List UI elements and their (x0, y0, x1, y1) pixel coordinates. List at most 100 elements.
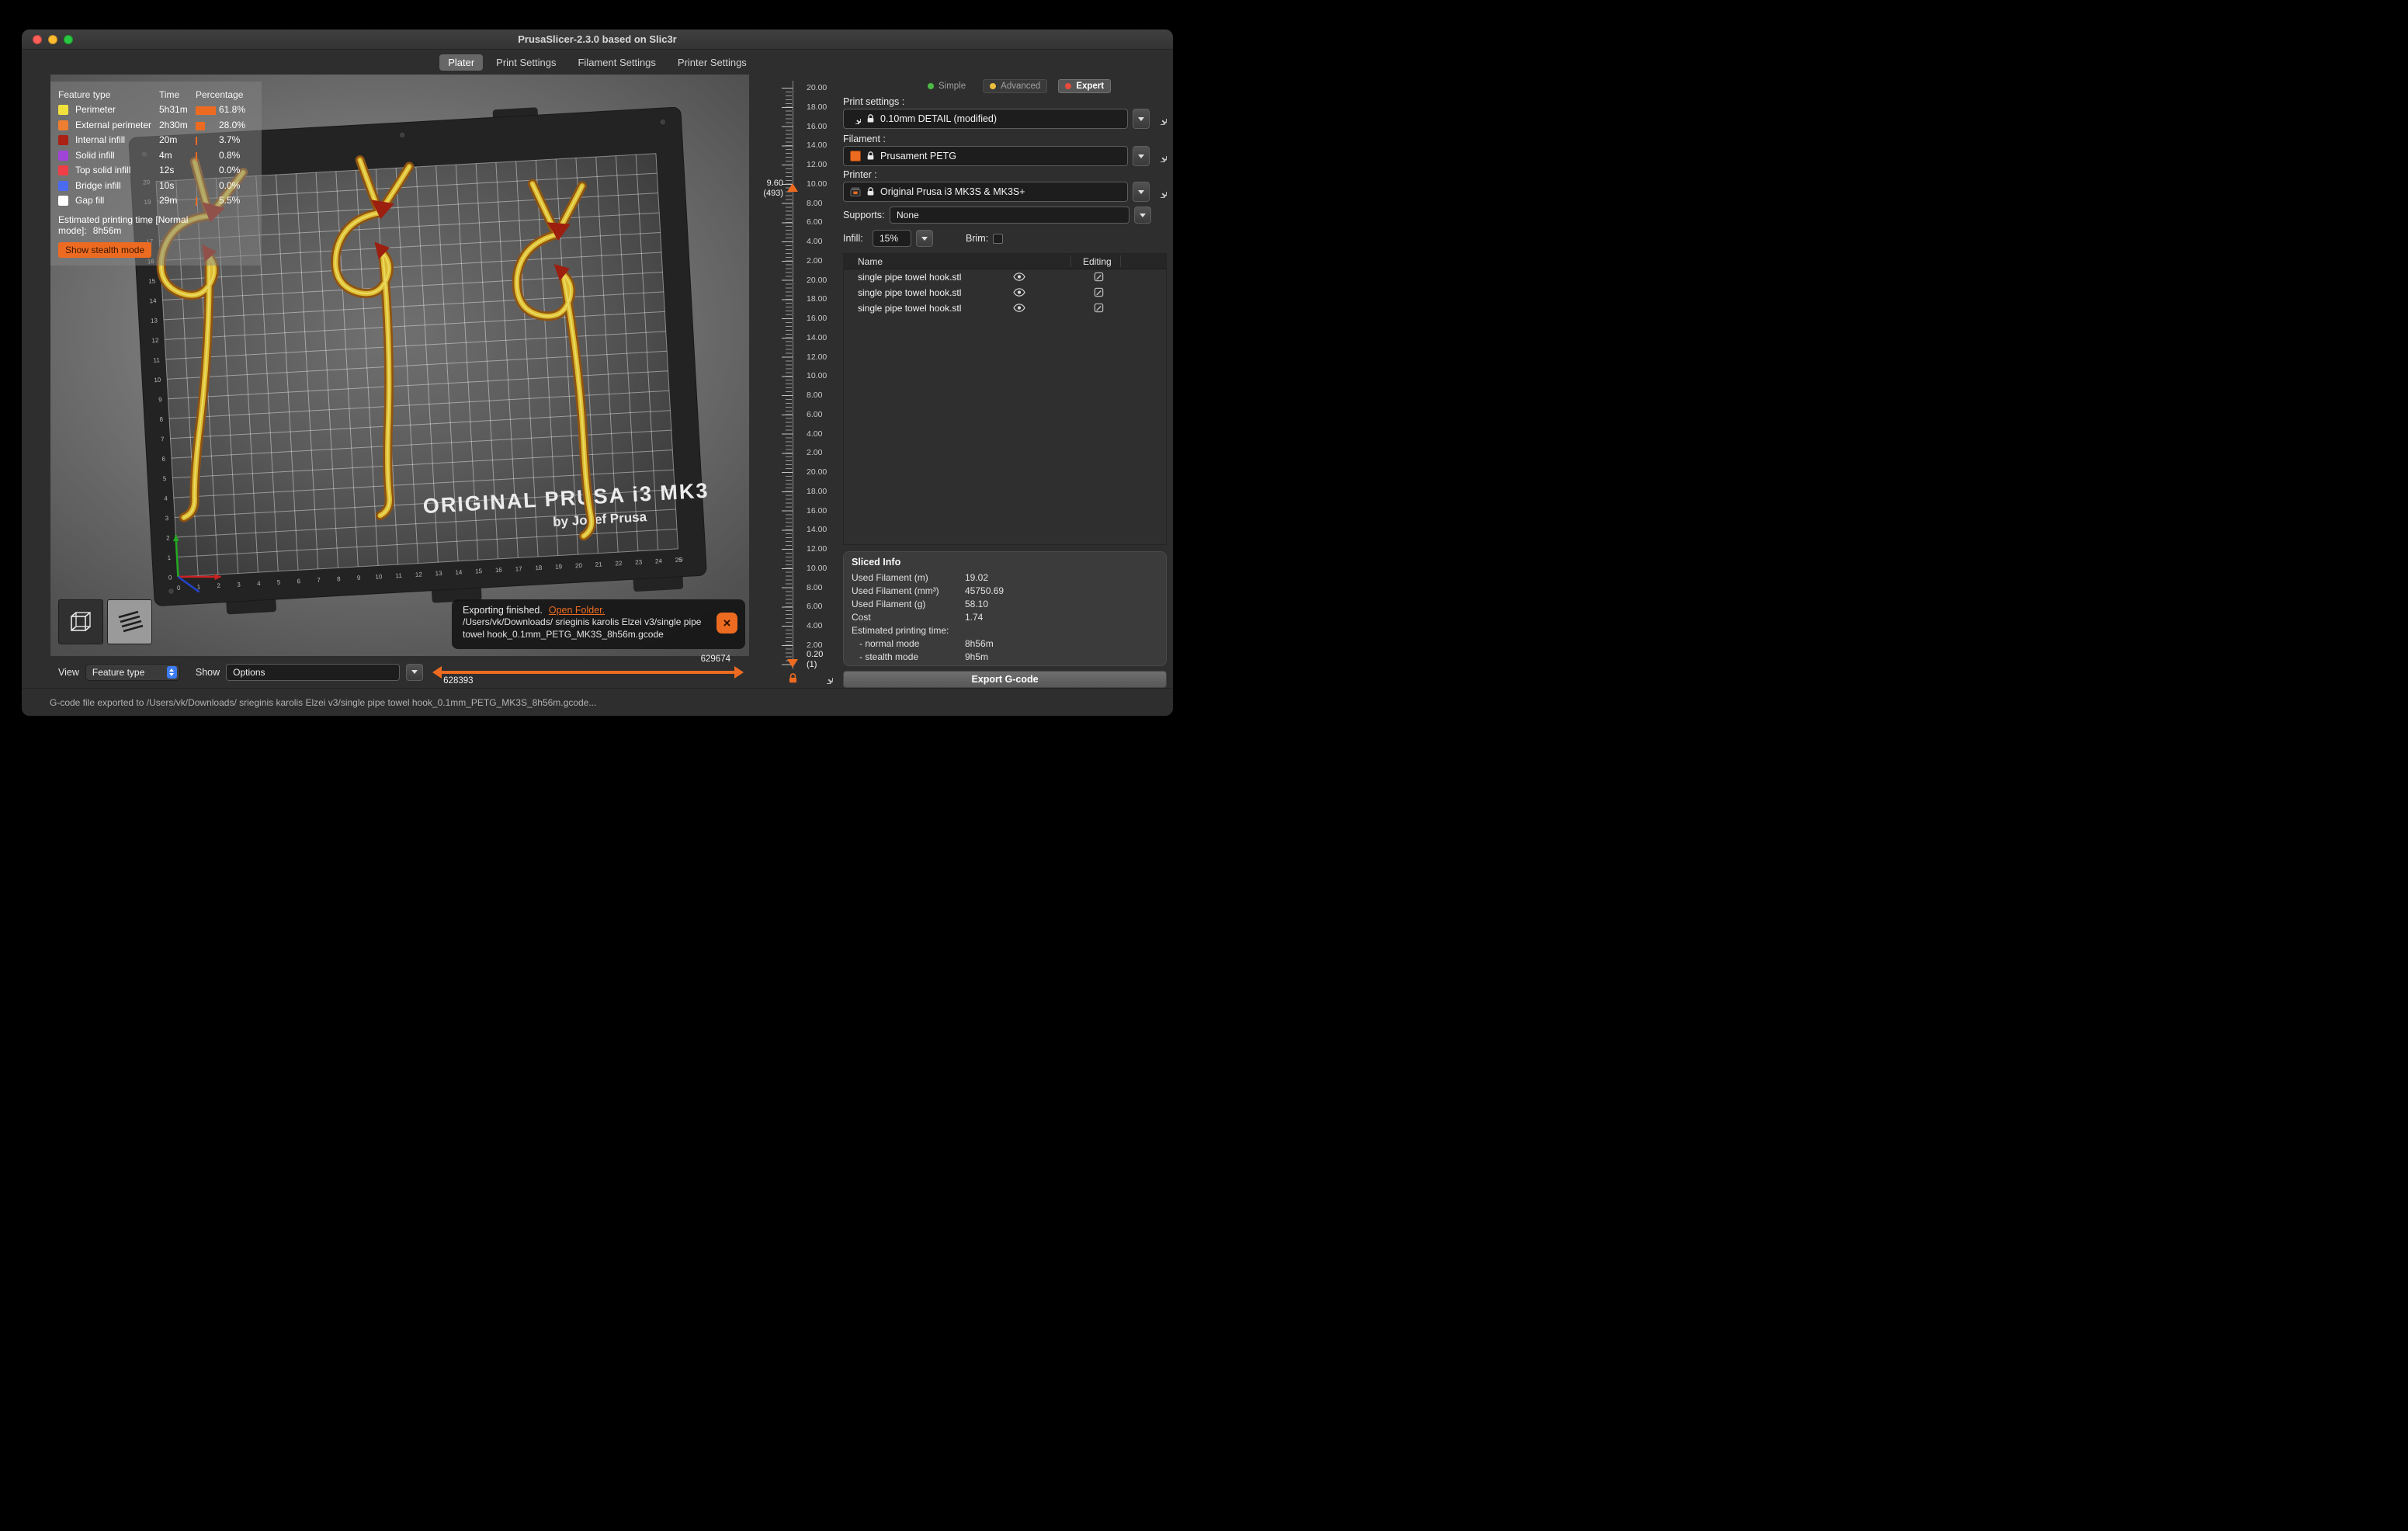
object-settings-icon[interactable] (1094, 303, 1104, 313)
object-row[interactable]: single pipe towel hook.stl (844, 300, 1166, 316)
feature-name: Solid infill (75, 149, 115, 161)
visibility-eye-icon[interactable] (1013, 273, 1025, 281)
printer-dropdown-button[interactable] (1133, 182, 1150, 202)
sliced-info-panel: Sliced Info Used Filament (m) 19.02 Used … (843, 551, 1167, 666)
mode-simple-button[interactable]: Simple (921, 80, 972, 92)
legend-row: External perimeter 2h30m 28.0% (58, 119, 254, 134)
editor-view-button[interactable] (58, 599, 103, 644)
horizontal-range-slider[interactable]: 629674 628393 (432, 654, 744, 688)
layer-tick-label: 4.00 (807, 621, 823, 630)
layer-lower-value: 0.20 (807, 650, 824, 659)
status-bar: G-code file exported to /Users/vk/Downlo… (22, 688, 1173, 716)
range-start-value: 628393 (443, 676, 474, 686)
mode-advanced-button[interactable]: Advanced (983, 79, 1048, 93)
export-path-line2: towel hook_0.1mm_PETG_MK3S_8h56m.gcode (463, 628, 664, 640)
mode-expert-label: Expert (1076, 82, 1105, 91)
filament-gear-button[interactable] (1154, 150, 1167, 162)
svg-text:14: 14 (455, 568, 463, 576)
layer-tick-label: 20.00 (807, 467, 828, 477)
filament-field[interactable]: Prusament PETG (843, 146, 1128, 166)
show-stealth-mode-button[interactable]: Show stealth mode (58, 241, 152, 258)
mode-switcher: Simple Advanced Expert (921, 79, 1112, 93)
printer-field[interactable]: Original Prusa i3 MK3S & MK3S+ (843, 182, 1128, 202)
object-row[interactable]: single pipe towel hook.stl (844, 285, 1166, 300)
layer-tick-label: 18.00 (807, 486, 828, 496)
object-settings-icon[interactable] (1094, 272, 1104, 282)
tab-printer-settings[interactable]: Printer Settings (669, 54, 755, 71)
supports-dropdown-button[interactable] (1134, 207, 1151, 224)
tab-print-settings[interactable]: Print Settings (487, 54, 564, 71)
range-right-thumb[interactable] (734, 666, 744, 679)
feature-name: Top solid infill (75, 165, 131, 175)
show-options-dropdown-button[interactable] (406, 663, 424, 681)
lock-icon (866, 114, 875, 123)
infill-row: Infill: 15% Brim: (843, 230, 1167, 247)
legend-header-feature: Feature type (58, 89, 111, 100)
layer-settings-gear-icon[interactable] (821, 672, 833, 684)
minimize-window-button[interactable] (48, 34, 57, 44)
name-column-header: Name (858, 256, 883, 267)
tab-plater[interactable]: Plater (439, 54, 484, 71)
3d-viewport[interactable]: 0 1 2 3 4 5 6 7 8 9 10 11 12 13 14 15 16 17 18 19 20 21 22 23 24… (50, 75, 749, 656)
layer-tick-label: 8.00 (807, 582, 823, 592)
feature-time: 20m (159, 134, 178, 145)
sliced-info-label: Used Filament (m) (852, 572, 928, 583)
sliced-info-title: Sliced Info (852, 557, 901, 568)
print-settings-value: 0.10mm DETAIL (modified) (880, 113, 998, 124)
layer-tick-label: 16.00 (807, 505, 828, 516)
sliced-info-label: Used Filament (g) (852, 599, 926, 609)
open-folder-link[interactable]: Open Folder. (549, 604, 605, 616)
export-gcode-button[interactable]: Export G-code (843, 671, 1167, 688)
object-row[interactable]: single pipe towel hook.stl (844, 269, 1166, 285)
visibility-eye-icon[interactable] (1013, 288, 1025, 297)
printer-gear-button[interactable] (1154, 186, 1167, 198)
feature-color-chip (58, 196, 68, 206)
svg-text:12: 12 (151, 337, 159, 345)
visibility-eye-icon[interactable] (1013, 304, 1025, 312)
sliced-info-value: 19.02 (965, 572, 989, 583)
show-options-value: Options (233, 666, 265, 678)
select-stepper-icon (166, 665, 177, 679)
infill-select[interactable]: 15% (873, 230, 911, 247)
print-settings-gear-button[interactable] (1154, 113, 1167, 125)
range-track[interactable] (440, 671, 735, 674)
layer-upper-index: (493) (763, 189, 783, 198)
cube-icon (65, 606, 96, 637)
feature-time: 2h30m (159, 119, 188, 130)
view-type-value: Feature type (92, 666, 145, 678)
object-settings-icon[interactable] (1094, 287, 1104, 297)
layer-lock-icon[interactable] (788, 673, 798, 684)
layer-tick-label: 14.00 (807, 332, 828, 342)
layer-tick-label: 6.00 (807, 409, 823, 419)
zoom-window-button[interactable] (64, 34, 73, 44)
print-settings-dropdown-button[interactable] (1133, 109, 1150, 129)
print-settings-field[interactable]: 0.10mm DETAIL (modified) (843, 109, 1128, 129)
brim-checkbox[interactable] (993, 233, 1004, 244)
feature-legend: Feature type Time Percentage Perimeter 5… (50, 82, 262, 266)
layer-upper-thumb[interactable] (787, 183, 798, 192)
layer-lower-thumb[interactable] (787, 659, 798, 668)
layer-tick-label: 4.00 (807, 429, 823, 439)
view-type-select[interactable]: Feature type (85, 663, 180, 681)
show-options-select[interactable]: Options (226, 663, 401, 681)
toast-close-button[interactable]: × (717, 613, 737, 634)
sliced-info-value: 1.74 (965, 612, 984, 623)
main-tab-bar: Plater Print Settings Filament Settings … (22, 50, 1173, 75)
feature-color-chip (58, 180, 68, 191)
editing-column-header: Editing (1083, 256, 1112, 267)
feature-time: 12s (159, 165, 175, 175)
mode-expert-button[interactable]: Expert (1058, 79, 1112, 93)
svg-text:12: 12 (415, 571, 423, 578)
status-bar-text: G-code file exported to /Users/vk/Downlo… (50, 696, 597, 708)
close-window-button[interactable] (33, 34, 42, 44)
show-label: Show (195, 666, 220, 678)
filament-color-swatch (850, 151, 861, 161)
sliced-info-value: 8h56m (965, 638, 994, 649)
layer-tick-label: 20.00 (807, 83, 828, 92)
infill-dropdown-button[interactable] (916, 230, 933, 247)
supports-select[interactable]: None (890, 207, 1129, 224)
preview-view-button[interactable] (107, 599, 152, 644)
range-left-thumb[interactable] (432, 666, 442, 679)
filament-dropdown-button[interactable] (1133, 146, 1150, 166)
tab-filament-settings[interactable]: Filament Settings (569, 54, 664, 71)
